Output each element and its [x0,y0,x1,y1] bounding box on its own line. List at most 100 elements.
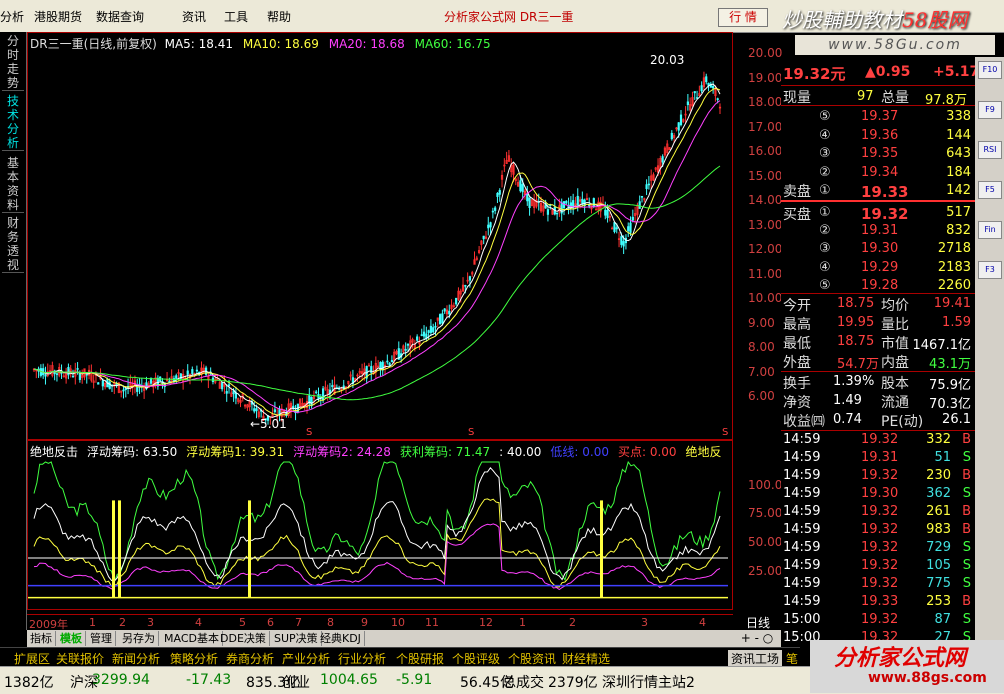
kline-chart[interactable]: DR三一重(日线,前复权) MA5: 18.41 MA10: 18.69 MA2… [27,32,733,440]
function-item[interactable]: 个股评级 [452,650,500,667]
stat-label: 今开 [783,298,811,314]
tick-time: 14:59 [783,504,821,519]
indicator-axis-label: 75.00 [748,506,783,520]
side-tool-icon[interactable]: F10 [978,61,1002,79]
indicator-tab[interactable]: SUP决策 [271,631,322,646]
candle-body [388,362,391,366]
tab-technical[interactable]: 技术分析 [2,94,24,151]
function-item[interactable]: 券商分析 [226,650,274,667]
menu-tools[interactable]: 工具 [224,8,248,25]
watermark-bottom: 分析家公式网 www.88gs.com [810,640,1004,693]
bid-price: 19.28 [861,277,899,293]
candle-body [420,334,423,336]
function-item[interactable]: 笔 [786,650,798,667]
stat-value: 43.1万 [929,357,971,372]
candle-body [71,375,75,378]
indicator-tab[interactable]: 另存为 [119,631,159,646]
candle-body [310,397,313,407]
indicator-tab[interactable]: 指标 [27,631,56,646]
candle-body [434,325,437,328]
status-item: 1382亿 [4,675,54,691]
ask-price: 19.36 [861,127,899,143]
date-label: 8 [327,616,334,629]
period-label[interactable]: 日线 [735,614,781,630]
tick-volume: 775 [926,576,951,591]
indicator-tab[interactable]: 经典KDJ [317,631,365,646]
ask-volume: 338 [946,109,971,124]
market-button[interactable]: 行 情 [718,8,768,27]
date-label: 7 [295,616,302,629]
candle-body [422,331,426,337]
function-item[interactable]: 扩展区 [14,650,50,667]
candle-body [315,391,318,394]
ask-volume: 142 [946,183,971,198]
tick-price: 19.32 [861,612,899,627]
separator [781,200,975,202]
candle-body [606,209,609,219]
bid-level: ① [819,205,831,220]
side-tool-icon[interactable]: F9 [978,101,1002,119]
bid-volume: 517 [946,205,971,220]
function-item[interactable]: 个股资讯 [508,650,556,667]
function-item[interactable]: 新闻分析 [112,650,160,667]
side-tool-icon[interactable]: Fin [978,221,1002,239]
indicator-tab[interactable]: 管理 [87,631,116,646]
tab-fundamentals[interactable]: 基本资料 [2,156,24,213]
candle-body [124,388,127,391]
side-tool-icon[interactable]: RSI [978,141,1002,159]
candle-body [441,313,444,324]
tab-intraday[interactable]: 分时走势 [2,34,24,91]
tab-financials[interactable]: 财务透视 [2,216,24,273]
function-item[interactable]: 策略分析 [170,650,218,667]
zoom-controls[interactable]: + - ○ [733,630,781,647]
menu-help[interactable]: 帮助 [267,8,291,25]
ask-volume: 144 [946,127,971,143]
side-tool-icon[interactable]: F5 [978,181,1002,199]
indicator-tab[interactable]: DDE决策 [217,631,270,646]
candle-body [613,222,616,232]
indicator-chart[interactable]: 绝地反击 浮动筹码: 63.50 浮动筹码1: 39.31 浮动筹码2: 24.28 获… [27,440,733,610]
status-item: 创业 [282,675,310,691]
menu-analysis[interactable]: 分析 [0,8,24,25]
menu-hk-futures[interactable]: 港股期货 [34,8,82,25]
tick-time: 14:59 [783,450,821,465]
candle-body [195,369,198,372]
tick-direction: S [962,450,971,465]
function-item[interactable]: 资讯工场 [728,650,783,667]
signal-bar [118,500,121,598]
function-bar: 扩展区 关联报价 新闻分析 策略分析 券商分析 产业分析 行业分析 个股研报 个股评级 个股资讯财… [0,647,800,667]
status-item: -17.43 [186,672,232,688]
indicator-tab[interactable]: 模板 [57,631,86,646]
menu-data-query[interactable]: 数据查询 [96,8,144,25]
function-item[interactable]: 财经精选 [562,650,610,667]
signal-bar [600,500,603,598]
separator [781,85,975,86]
separator [781,293,975,294]
profit-chip-line [33,460,721,584]
bid-price: 19.29 [861,259,899,275]
bid-volume: 2260 [937,277,971,293]
function-item[interactable]: 行业分析 [338,650,386,667]
tick-price: 19.32 [861,432,899,447]
indicator-tab[interactable]: MACD基本 [161,631,223,646]
candle-body [677,122,680,131]
kline-canvas [32,71,722,425]
side-tool-icon[interactable]: F3 [978,261,1002,279]
candle-body [101,380,104,387]
tick-price: 19.32 [861,504,899,519]
tick-direction: B [962,522,971,537]
ask-price: 19.35 [861,146,899,161]
function-item[interactable]: 产业分析 [282,650,330,667]
high-annotation: 20.03 [650,53,685,67]
function-item[interactable]: 关联报价 [56,650,104,667]
menu-news[interactable]: 资讯 [182,8,206,25]
fund-value: 26.1 [942,412,971,427]
candle-body [647,183,650,186]
candle-body [227,384,231,387]
side-icon-column: F10 F9 RSI F5 Fin F3 [975,57,1004,647]
candle-body [321,388,325,401]
app-title: 分析家公式网 DR三一重 [444,10,574,24]
watermark-bottom-text: 分析家公式网 [834,646,967,671]
status-item: 2379亿 [548,675,598,691]
function-item[interactable]: 个股研报 [396,650,444,667]
